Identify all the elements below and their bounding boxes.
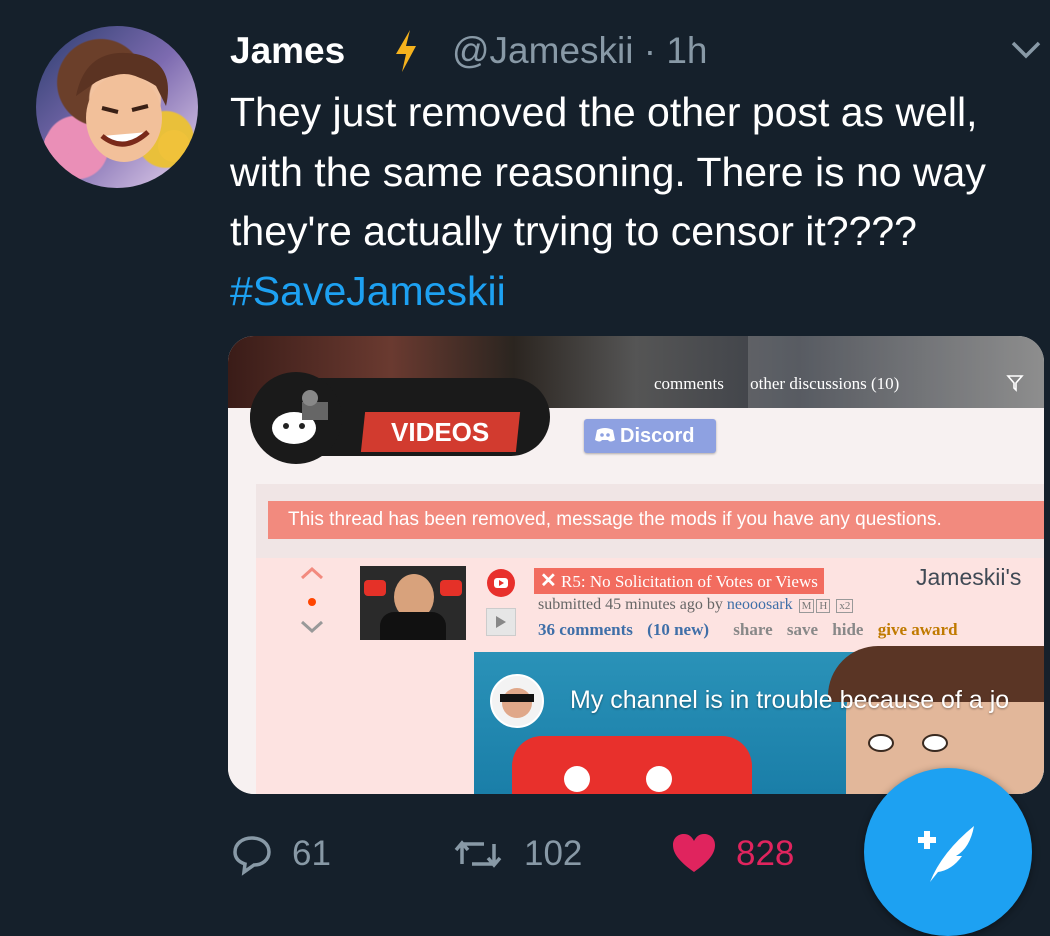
author-name[interactable]: James	[230, 30, 345, 72]
tweet-body: They just removed the other post as well…	[230, 89, 986, 254]
discord-button: Discord	[584, 419, 716, 453]
discord-icon	[594, 420, 616, 454]
badge-m: M	[798, 599, 815, 613]
submitted-line: submitted 45 minutes ago by neooosark MH…	[538, 596, 854, 614]
retweet-count: 102	[524, 834, 583, 873]
hashtag-link[interactable]: #SaveJameskii	[230, 268, 506, 314]
play-icon	[486, 608, 516, 636]
post-title: Jameskii's	[916, 564, 1022, 590]
reply-button[interactable]: 61	[230, 832, 331, 876]
compose-tweet-icon	[918, 826, 974, 882]
flair-x: ✕	[540, 570, 557, 592]
tweet-text: They just removed the other post as well…	[230, 83, 1030, 321]
removal-flair: ✕ R5: No Solicitation of Votes or Views	[534, 568, 824, 594]
post-thumbnail	[360, 566, 466, 640]
compose-tweet-button[interactable]	[864, 768, 1032, 936]
youtube-logo	[512, 736, 752, 794]
like-button[interactable]: 828	[670, 832, 794, 876]
tweet-media-image[interactable]: comments other discussions (10) VIDEOS D…	[228, 336, 1044, 794]
video-title: My channel is in trouble because of a jo	[570, 686, 1010, 714]
upvote-icon	[300, 566, 324, 585]
comments-link: 36 comments (10 new)	[538, 620, 710, 639]
post-links: 36 comments (10 new) share save hide giv…	[538, 620, 968, 640]
reply-count: 61	[292, 834, 331, 873]
heart-icon	[673, 834, 715, 872]
downvote-icon	[300, 620, 324, 639]
badge-x2: x2	[836, 599, 854, 613]
flair-text: R5: No Solicitation of Votes or Views	[561, 572, 818, 591]
reply-icon	[233, 836, 271, 876]
save-link: save	[786, 620, 819, 639]
vote-score-dot	[308, 598, 316, 606]
give-award-link: give award	[877, 620, 958, 639]
verified-bolt-icon	[392, 28, 420, 79]
banner-overlay	[748, 336, 1044, 408]
videos-tab-label: VIDEOS	[391, 417, 490, 447]
submitted-prefix: submitted 45 minutes ago by	[538, 596, 727, 613]
hide-link: hide	[832, 620, 864, 639]
chevron-down-icon[interactable]	[1010, 40, 1042, 65]
videos-tab: VIDEOS	[360, 412, 521, 452]
removed-notice: This thread has been removed, message th…	[268, 501, 1044, 539]
retweet-button[interactable]: 102	[450, 832, 582, 876]
discord-label: Discord	[620, 425, 695, 447]
tab-comments: comments	[654, 374, 724, 393]
subreddit-logo	[250, 372, 342, 464]
youtube-icon	[486, 568, 516, 603]
thread-tabs: comments other discussions (10)	[654, 374, 921, 394]
filter-icon	[1006, 374, 1024, 397]
retweet-icon	[454, 840, 502, 868]
author-handle-time[interactable]: @Jameskii · 1h	[452, 30, 708, 72]
tab-other-discussions: other discussions (10)	[750, 374, 900, 393]
share-link: share	[733, 620, 773, 639]
author-avatar[interactable]	[36, 26, 198, 188]
badge-h: H	[816, 599, 831, 613]
like-count: 828	[736, 834, 795, 873]
channel-avatar	[490, 674, 544, 728]
submitter-user: neooosark	[726, 596, 793, 613]
